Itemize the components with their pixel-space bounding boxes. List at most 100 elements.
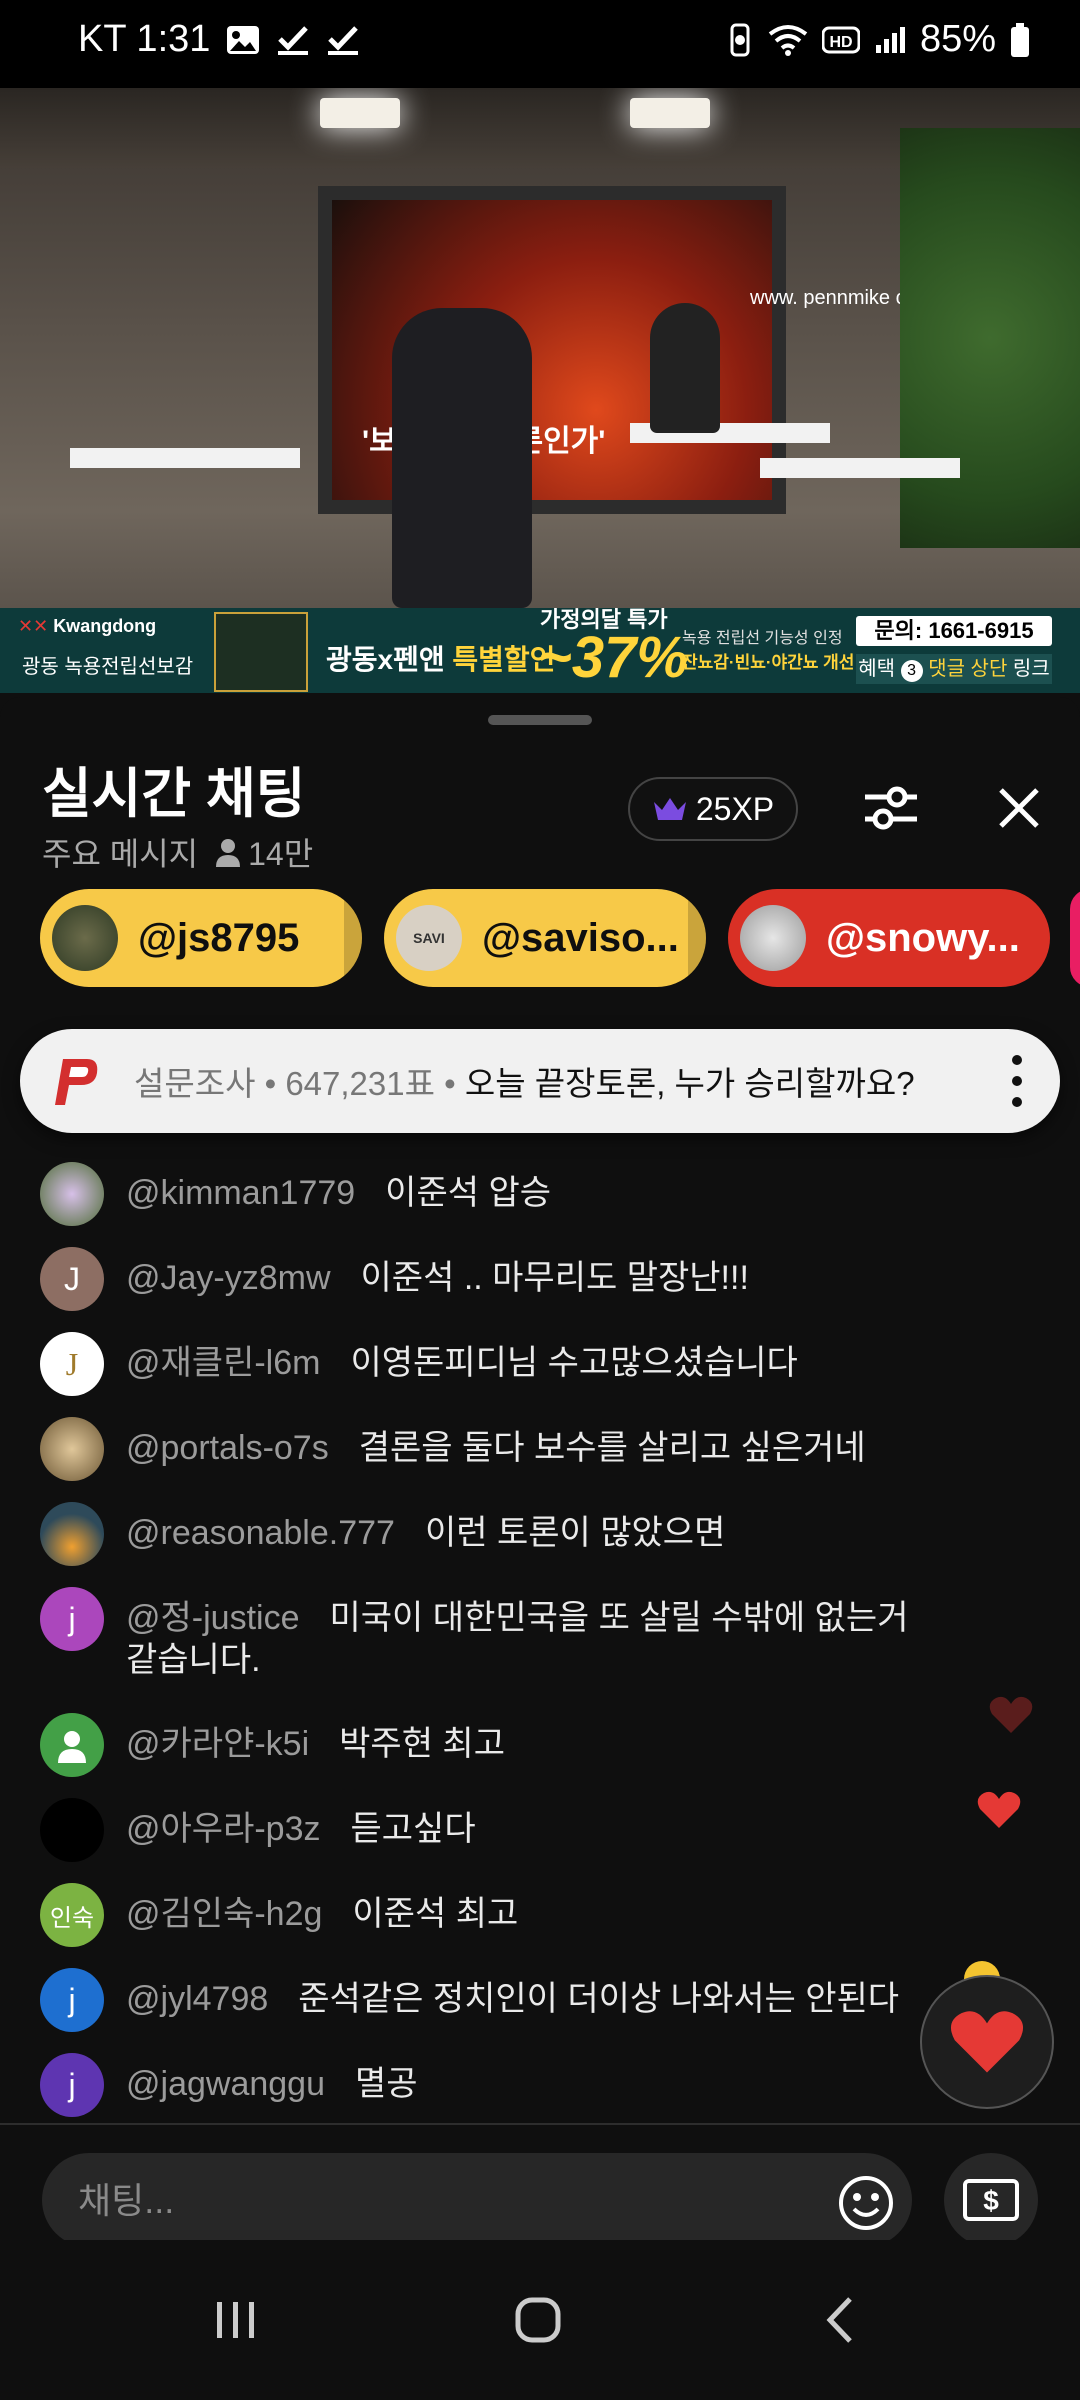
wifi-icon <box>768 24 808 56</box>
drag-handle[interactable] <box>488 715 592 725</box>
poll-banner[interactable]: 설문조사 • 647,231표 • 오늘 끝장토론, 누가 승리할까요? <box>20 1029 1060 1133</box>
message-text: 이준석 .. 마무리도 말장난!!! <box>360 1259 749 1297</box>
close-icon <box>999 788 1039 828</box>
message-author[interactable]: @kimman1779 <box>126 1174 355 1212</box>
check-icon <box>326 25 360 55</box>
crown-icon <box>653 798 686 820</box>
ad-product-name: 광동 녹용전립선보감 <box>22 656 194 678</box>
supporter-pill[interactable] <box>1070 889 1080 987</box>
message-text: 멸공 <box>355 2065 418 2103</box>
avatar <box>40 1417 104 1481</box>
person-icon <box>216 839 241 867</box>
back-button[interactable] <box>800 2280 880 2360</box>
message-author[interactable]: @portals-o7s <box>126 1429 329 1467</box>
supporter-pill[interactable]: SAVI @saviso... <box>384 889 706 987</box>
ad-phone: 문의: 1661-6915 <box>856 616 1052 646</box>
back-icon <box>826 2297 852 2343</box>
battery-icon <box>1010 22 1030 58</box>
default-avatar-icon <box>58 1731 86 1763</box>
battery-percent: 85% <box>919 18 996 60</box>
message-author[interactable]: @재클린-l6m <box>126 1344 320 1382</box>
chat-message: j @jagwanggu 멸공 <box>40 2053 1000 2117</box>
vibrate-icon <box>726 23 754 57</box>
status-bar: KT 1:31 HD 85% <box>0 0 1080 88</box>
message-author[interactable]: @정-justice <box>126 1599 300 1637</box>
super-chat-button[interactable]: $ <box>944 2153 1038 2247</box>
recent-apps-icon <box>217 2302 254 2338</box>
message-author[interactable]: @김인숙-h2g <box>126 1895 322 1933</box>
avatar <box>52 905 118 971</box>
recent-apps-button[interactable] <box>196 2280 276 2360</box>
chat-mode-row[interactable]: 주요 메시지 14만 <box>42 829 313 875</box>
pennmike-logo-icon <box>44 1050 106 1112</box>
message-author[interactable]: @Jay-yz8mw <box>126 1259 331 1297</box>
home-button[interactable] <box>498 2280 578 2360</box>
viewer-count: 14만 <box>248 836 314 872</box>
message-author[interactable]: @아우라-p3z <box>126 1810 321 1848</box>
home-icon <box>515 2297 561 2343</box>
message-text: 결론을 둘다 보수를 살리고 싶은거네 <box>358 1429 866 1467</box>
carrier-time: KT 1:31 <box>78 18 211 60</box>
message-text: 이준석 최고 <box>352 1895 519 1933</box>
video-player[interactable]: '보수의 오모론인가' www. pennmike com ✕✕ Kwangdo… <box>0 88 1080 693</box>
message-text: 이런 토론이 많았으면 <box>424 1514 726 1552</box>
chat-input-box[interactable] <box>42 2153 912 2249</box>
person <box>650 303 720 433</box>
message-text: 박주현 최고 <box>339 1725 505 1763</box>
avatar <box>40 1713 104 1777</box>
check-icon <box>276 25 310 55</box>
avatar <box>40 1162 104 1226</box>
poll-question: 오늘 끝장토론, 누가 승리할까요? <box>464 1065 915 1102</box>
chat-message: @reasonable.777 이런 토론이 많았으면 <box>40 1502 1000 1566</box>
studio-light <box>320 98 400 128</box>
message-author[interactable]: @카라얀-k5i <box>126 1725 309 1763</box>
gallery-icon <box>226 25 260 55</box>
ad-link: 혜택 3 댓글 상단 링크 <box>856 654 1052 684</box>
filter-button[interactable] <box>858 775 924 841</box>
desk <box>70 448 300 468</box>
avatar: SAVI <box>396 905 462 971</box>
message-text: 준석같은 정치인이 더이상 나와서는 안된다 <box>298 1980 900 2018</box>
ad-banner[interactable]: ✕✕ Kwangdong 광동 녹용전립선보감 광동x펜앤 특별할인 가정의달 … <box>0 607 1080 693</box>
chat-message: 인숙 @김인숙-h2g 이준석 최고 <box>40 1883 1000 1947</box>
xp-badge[interactable]: 25XP <box>628 777 798 841</box>
plant-wall <box>900 128 1080 548</box>
ad-note: 녹용 전립선 기능성 인정 <box>682 630 843 647</box>
supporter-pills: @js8795 SAVI @saviso... @snowy... <box>40 889 1080 987</box>
ad-offer: 광동x펜앤 특별할인 <box>326 644 556 675</box>
chat-mode[interactable]: 주요 메시지 <box>42 829 198 875</box>
chat-input[interactable] <box>76 2153 840 2249</box>
supporter-pill[interactable]: @snowy... <box>728 889 1050 987</box>
message-author[interactable]: @jyl4798 <box>126 1980 268 2018</box>
heart-icon <box>989 1696 1033 1733</box>
studio-light <box>630 98 710 128</box>
supporter-pill[interactable]: @js8795 <box>40 889 362 987</box>
hd-icon: HD <box>821 25 860 55</box>
message-text: 이영돈피디님 수고많으셨습니다 <box>350 1344 798 1382</box>
chat-message: J @Jay-yz8mw 이준석 .. 마무리도 말장난!!! <box>40 1247 1000 1311</box>
message-author[interactable]: @reasonable.777 <box>126 1514 395 1552</box>
chat-message: J @재클린-l6m 이영돈피디님 수고많으셨습니다 <box>40 1332 1000 1396</box>
live-chat-panel: 실시간 채팅 주요 메시지 14만 25XP @js8795 SAVI @sav… <box>0 697 1080 2320</box>
avatar: j <box>40 1587 104 1651</box>
sliders-icon <box>865 786 917 830</box>
avatar: J <box>40 1247 104 1311</box>
chat-message: @카라얀-k5i 박주현 최고 <box>40 1713 1000 1777</box>
ad-product-image <box>214 612 308 692</box>
avatar <box>40 1502 104 1566</box>
chat-message: j @jyl4798 준석같은 정치인이 더이상 나와서는 안된다 <box>40 1968 1000 2032</box>
heart-icon <box>950 2011 1024 2073</box>
divider <box>0 2123 1080 2125</box>
reaction-button[interactable] <box>920 1975 1054 2109</box>
close-button[interactable] <box>986 775 1052 841</box>
more-vert-icon[interactable] <box>1010 1055 1024 1107</box>
chat-message: @portals-o7s 결론을 둘다 보수를 살리고 싶은거네 <box>40 1417 1000 1481</box>
system-nav-bar <box>0 2240 1080 2400</box>
svg-text:HD: HD <box>829 34 852 51</box>
message-text: 이준석 압승 <box>385 1174 552 1212</box>
ad-note: 잔뇨감·빈뇨·야간뇨 개선! <box>682 653 861 672</box>
chat-message: j @정-justice 미국이 대한민국을 또 살릴 수밖에 없는거 같습니다. <box>40 1587 920 1681</box>
message-author[interactable]: @jagwanggu <box>126 2065 325 2103</box>
emoji-icon[interactable] <box>838 2175 894 2231</box>
avatar <box>740 905 806 971</box>
